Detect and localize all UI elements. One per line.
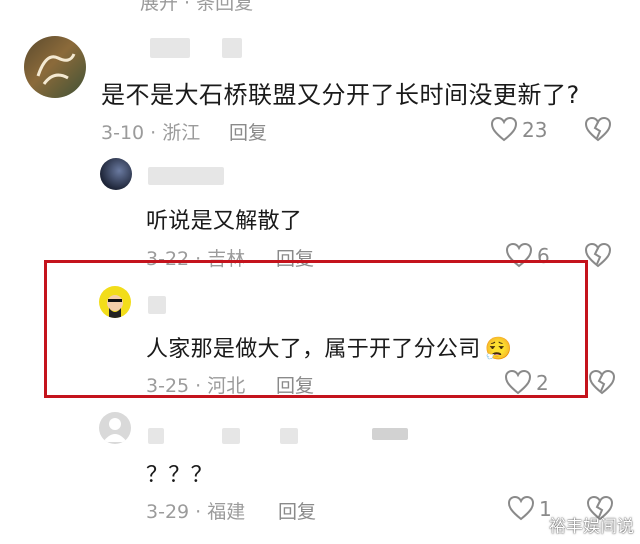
comment-meta: 3-29 · 福建 [146, 497, 245, 524]
comment-text: 是不是大石桥联盟又分开了长时间没更新了? [101, 81, 580, 109]
comment-text-body: 人家那是做大了，属于开了分公司 [146, 337, 481, 362]
meta-dot: · [150, 122, 157, 144]
broken-heart-icon[interactable] [584, 116, 612, 142]
avatar-image [107, 295, 123, 318]
comment-text: 人家那是做大了，属于开了分公司 😮‍💨 [146, 331, 512, 363]
meta-dot: · [195, 375, 202, 397]
reply-button[interactable]: 回复 [229, 118, 267, 145]
comment-date: 3-29 [146, 501, 190, 523]
heart-outline-icon[interactable] [490, 116, 518, 142]
avatar[interactable] [99, 286, 131, 318]
comment-date: 3-10 [101, 122, 145, 144]
comment-location: 福建 [207, 501, 246, 523]
avatar[interactable] [24, 36, 86, 98]
avatar-image [36, 53, 76, 85]
reply-button[interactable]: 回复 [276, 371, 314, 398]
username-obscured[interactable] [148, 167, 224, 185]
watermark: 裕丰娱间说 [549, 517, 634, 537]
comment-location: 河北 [207, 375, 246, 397]
comment-meta: 3-10 · 浙江 [101, 118, 200, 145]
meta-dot: · [195, 501, 202, 523]
broken-heart-icon[interactable] [588, 369, 616, 395]
username-obscured[interactable] [222, 428, 240, 444]
heart-outline-icon[interactable] [507, 495, 535, 521]
like-count: 23 [522, 118, 548, 142]
exhaling-face-emoji: 😮‍💨 [484, 337, 513, 362]
comment-text: 听说是又解散了 [146, 209, 303, 234]
like-count: 2 [536, 371, 549, 395]
comment-text: ？？？ [146, 463, 213, 488]
username-obscured[interactable] [150, 38, 190, 58]
top-partial-text: 展开 · 条回复 [140, 0, 254, 14]
heart-outline-icon[interactable] [504, 369, 532, 395]
username-obscured[interactable] [148, 428, 164, 444]
username-obscured[interactable] [222, 38, 242, 58]
username-obscured[interactable] [372, 428, 408, 440]
comment-date: 3-25 [146, 375, 190, 397]
reply-button[interactable]: 回复 [278, 497, 316, 524]
comment-meta: 3-25 · 河北 [146, 371, 245, 398]
avatar[interactable] [99, 412, 131, 444]
comment-location: 浙江 [162, 122, 201, 144]
avatar[interactable] [100, 158, 132, 190]
broken-heart-icon[interactable] [584, 242, 612, 268]
default-avatar-icon [103, 418, 127, 442]
username-obscured[interactable] [148, 296, 166, 314]
username-obscured[interactable] [280, 428, 298, 444]
